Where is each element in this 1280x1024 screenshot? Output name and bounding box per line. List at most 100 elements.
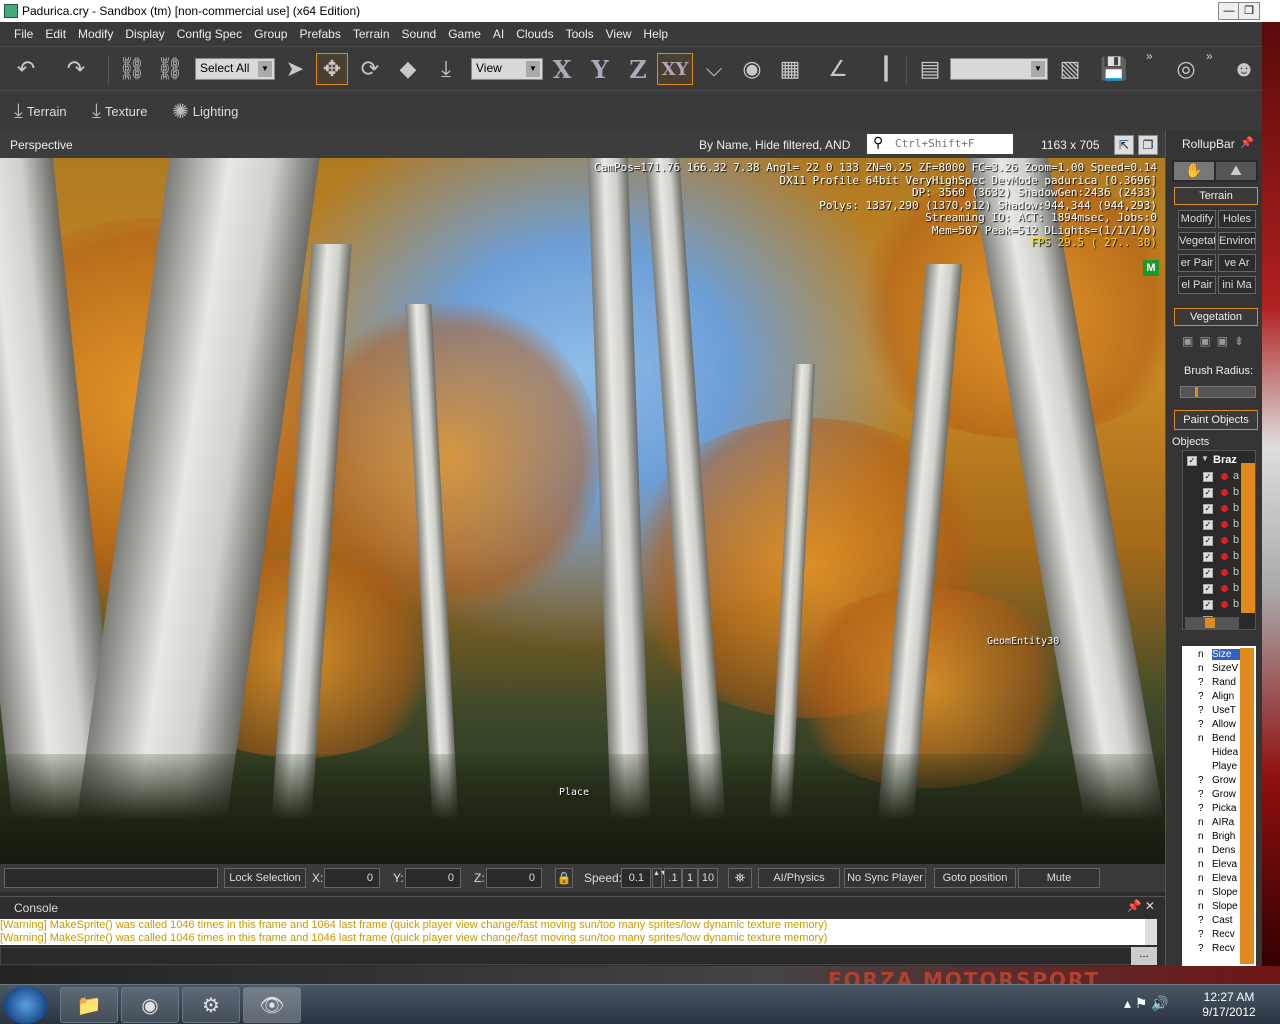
property-row[interactable]: ? Recv: [1182, 942, 1240, 956]
snap-to-terrain-icon[interactable]: ⤓: [430, 53, 462, 85]
save-level-icon[interactable]: 💾: [1098, 53, 1130, 85]
viewport-name[interactable]: Perspective: [10, 138, 73, 152]
camera-icon[interactable]: ◉: [736, 53, 768, 85]
property-row[interactable]: n Eleva: [1182, 858, 1240, 872]
ai-icon[interactable]: ☻: [1228, 53, 1260, 85]
object-row[interactable]: ✓ b: [1183, 549, 1243, 565]
terrain-minimap-button[interactable]: ini Ma: [1218, 276, 1256, 294]
property-row[interactable]: Playe: [1182, 760, 1240, 774]
toolbar-overflow-button-2[interactable]: »: [1206, 49, 1213, 63]
object-checkbox[interactable]: ✓: [1203, 600, 1213, 610]
object-checkbox[interactable]: ✓: [1203, 472, 1213, 482]
explorer-taskbar-icon[interactable]: 📁: [60, 987, 118, 1023]
vegetation-tool-icons[interactable]: ▣▣▣⇟: [1182, 334, 1250, 348]
object-row[interactable]: ✓ b: [1183, 501, 1243, 517]
property-row[interactable]: n Slope: [1182, 886, 1240, 900]
lock-selection-button[interactable]: Lock Selection: [224, 868, 306, 888]
axis-xy-button[interactable]: XY: [657, 53, 693, 85]
property-row[interactable]: ? Recv: [1182, 928, 1240, 942]
system-tray-icons[interactable]: ▴ ⚑ 🔊: [1124, 995, 1169, 1012]
menu-ai[interactable]: AI: [487, 22, 510, 46]
axis-x-button[interactable]: X: [546, 53, 578, 85]
lighting-editor-button[interactable]: ✺ Lighting: [172, 97, 238, 125]
restore-button[interactable]: ❐: [1238, 2, 1260, 20]
console-more-button[interactable]: ...: [1131, 947, 1157, 965]
property-row[interactable]: ? Rand: [1182, 676, 1240, 690]
objects-hscrollbar[interactable]: [1185, 617, 1239, 629]
terrain-vegetation-button[interactable]: Vegetati: [1178, 232, 1216, 250]
property-row[interactable]: ? Picka: [1182, 802, 1240, 816]
selection-list-icon[interactable]: ▤: [914, 53, 946, 85]
y-coord-input[interactable]: 0: [405, 868, 461, 888]
group-checkbox[interactable]: ✓: [1187, 456, 1197, 466]
menu-file[interactable]: File: [8, 22, 39, 46]
terrain-section-header[interactable]: Terrain: [1174, 187, 1258, 205]
undo-icon[interactable]: ↶: [10, 53, 42, 85]
property-row[interactable]: ? Grow: [1182, 788, 1240, 802]
object-search-input[interactable]: ⚲ Ctrl+Shift+F: [867, 134, 1013, 154]
object-checkbox[interactable]: ✓: [1203, 520, 1213, 530]
properties-scrollbar[interactable]: [1240, 648, 1254, 964]
ruler-icon[interactable]: ┃: [870, 53, 902, 85]
menu-game[interactable]: Game: [442, 22, 487, 46]
texture-editor-button[interactable]: ⤓ Texture: [92, 97, 147, 125]
speed-preset-1[interactable]: 1: [682, 868, 698, 888]
property-row[interactable]: n AIRa: [1182, 816, 1240, 830]
menu-sound[interactable]: Sound: [396, 22, 443, 46]
start-button[interactable]: [4, 986, 48, 1024]
property-row[interactable]: n Brigh: [1182, 830, 1240, 844]
selection-mask-select[interactable]: Select All ▼: [195, 58, 275, 80]
vegetation-section-header[interactable]: Vegetation: [1174, 308, 1258, 326]
property-row[interactable]: n Bend: [1182, 732, 1240, 746]
property-row[interactable]: ? Align: [1182, 690, 1240, 704]
paint-objects-button[interactable]: Paint Objects: [1174, 410, 1258, 430]
menu-group[interactable]: Group: [248, 22, 293, 46]
viewport-pin-icon[interactable]: ⇱: [1114, 135, 1134, 155]
object-checkbox[interactable]: ✓: [1203, 584, 1213, 594]
object-row[interactable]: ✓ b: [1183, 597, 1243, 613]
object-checkbox[interactable]: ✓: [1203, 552, 1213, 562]
object-group-row[interactable]: ✓ ▼ Braz: [1183, 453, 1243, 469]
brush-radius-slider[interactable]: [1180, 386, 1256, 398]
unlink-icon[interactable]: ⛓: [154, 53, 186, 85]
console-scrollbar[interactable]: [1145, 919, 1157, 945]
object-row[interactable]: ✓ b: [1183, 581, 1243, 597]
rotate-icon[interactable]: ⟳: [354, 53, 386, 85]
delete-selection-icon[interactable]: ▧: [1054, 53, 1086, 85]
speed-preset-01[interactable]: .1: [664, 868, 682, 888]
object-row[interactable]: ✓ b: [1183, 517, 1243, 533]
axis-z-button[interactable]: Z: [622, 53, 654, 85]
menu-display[interactable]: Display: [119, 22, 170, 46]
scale-icon[interactable]: ◆: [392, 53, 424, 85]
viewport-maximize-icon[interactable]: ❐: [1138, 135, 1158, 155]
menu-modify[interactable]: Modify: [72, 22, 119, 46]
menu-config-spec[interactable]: Config Spec: [171, 22, 248, 46]
no-sync-player-button[interactable]: No Sync Player: [844, 868, 926, 888]
menu-prefabs[interactable]: Prefabs: [293, 22, 346, 46]
object-checkbox[interactable]: ✓: [1203, 568, 1213, 578]
terrain-tab-icon[interactable]: ⛰: [1216, 162, 1256, 180]
property-row[interactable]: Hidea: [1182, 746, 1240, 760]
menu-tools[interactable]: Tools: [560, 22, 600, 46]
grid-icon[interactable]: ▦: [774, 53, 806, 85]
object-checkbox[interactable]: ✓: [1203, 504, 1213, 514]
object-checkbox[interactable]: ✓: [1203, 488, 1213, 498]
speed-preset-10[interactable]: 10: [698, 868, 718, 888]
goto-position-button[interactable]: Goto position: [934, 868, 1016, 888]
speed-input[interactable]: 0.1: [621, 868, 651, 888]
terrain-editor-button[interactable]: ⤓ Terrain: [14, 97, 67, 125]
menu-help[interactable]: Help: [637, 22, 674, 46]
angle-snap-icon[interactable]: ∠: [822, 53, 854, 85]
mute-button[interactable]: Mute: [1018, 868, 1100, 888]
terrain-modify-button[interactable]: Modify: [1178, 210, 1216, 228]
object-row[interactable]: ✓ b: [1183, 533, 1243, 549]
property-row[interactable]: n Eleva: [1182, 872, 1240, 886]
ai-physics-button[interactable]: AI/Physics: [758, 868, 840, 888]
property-row[interactable]: ? Grow: [1182, 774, 1240, 788]
property-row[interactable]: n Slope: [1182, 900, 1240, 914]
move-icon[interactable]: ✥: [316, 53, 348, 85]
chrome-taskbar-icon[interactable]: ◉: [121, 987, 179, 1023]
physics-ball-icon[interactable]: ◎: [1170, 53, 1202, 85]
slider-thumb[interactable]: [1195, 387, 1198, 397]
taskbar-clock[interactable]: 12:27 AM 9/17/2012: [1196, 990, 1262, 1020]
